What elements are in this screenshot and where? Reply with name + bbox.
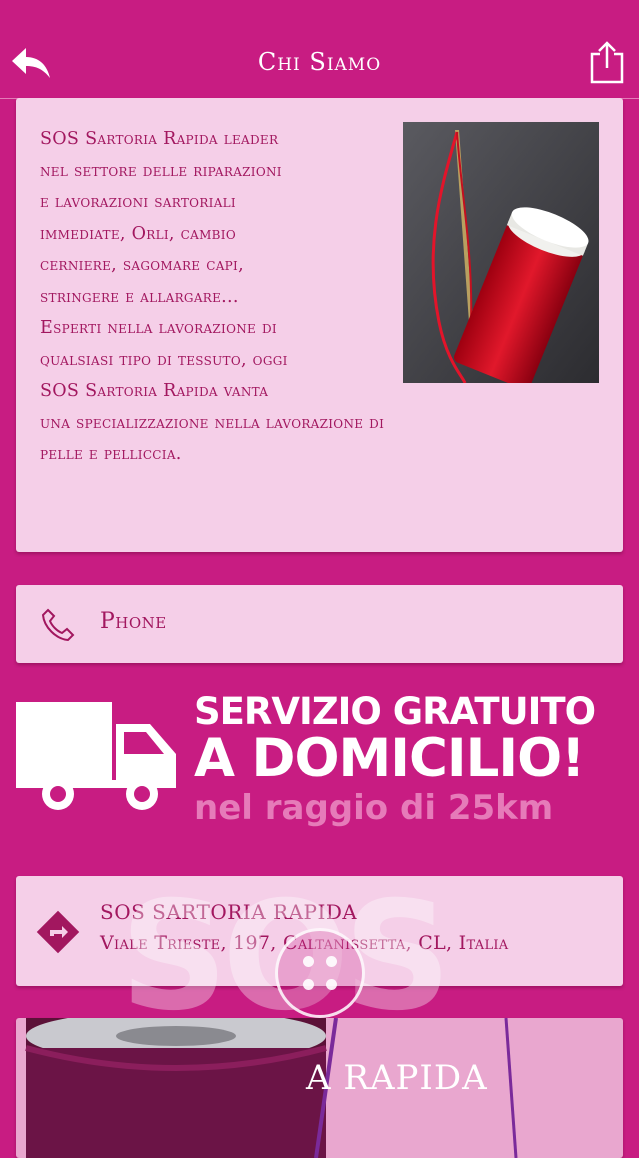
phone-label: Phone	[100, 609, 167, 634]
page-title: Chi Siamo	[257, 48, 382, 76]
truck-icon	[16, 702, 176, 810]
floating-menu-button[interactable]	[275, 928, 365, 1018]
bottom-promo-card: A RAPIDA	[16, 1018, 623, 1158]
menu-dot	[326, 956, 337, 967]
top-navigation-bar: Chi Siamo	[0, 0, 639, 99]
promo-headline: SERVIZIO GRATUITO	[194, 690, 596, 733]
directions-icon	[36, 910, 80, 954]
phone-icon	[41, 608, 75, 642]
menu-dot	[303, 956, 314, 967]
menu-dot	[326, 979, 337, 990]
about-card: SOS Sartoria Rapida leader nel settore d…	[16, 98, 623, 552]
phone-row[interactable]: Phone	[16, 585, 623, 663]
thread-spool-image	[403, 122, 599, 383]
business-name: SOS SARTORIA RAPIDA	[100, 900, 358, 924]
free-delivery-banner: SERVIZIO GRATUITO A DOMICILIO! nel raggi…	[14, 690, 626, 838]
bottom-card-text: A RAPIDA	[306, 1058, 488, 1098]
menu-dot	[303, 979, 314, 990]
promo-subheadline: A DOMICILIO!	[194, 728, 585, 789]
about-line: pelle e pelliccia.	[40, 444, 182, 464]
promo-range: nel raggio di 25km	[194, 788, 554, 828]
share-icon	[590, 41, 624, 84]
share-button[interactable]	[588, 40, 626, 86]
about-line: una specializzazione nella lavorazione d…	[40, 412, 385, 433]
